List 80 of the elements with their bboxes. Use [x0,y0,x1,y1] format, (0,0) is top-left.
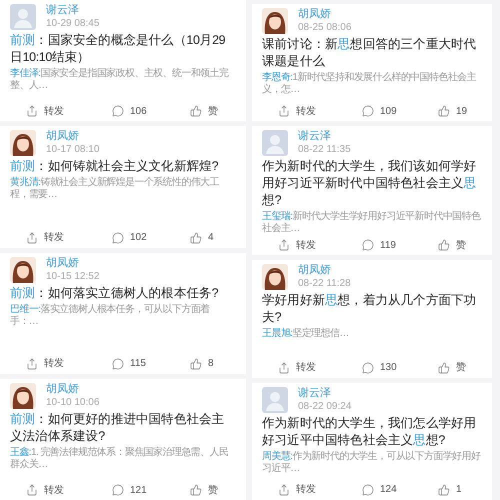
comment-count[interactable]: 115 [130,356,146,372]
like-label[interactable]: 8 [208,356,214,372]
share-label[interactable]: 转发 [296,238,316,253]
post-time: 10-17 08:10 [46,143,100,156]
share-icon[interactable] [26,105,38,118]
share-label[interactable]: 转发 [296,482,316,498]
comment-count[interactable]: 106 [130,104,147,119]
like-label[interactable]: 1 [456,482,462,498]
post-time: 08-22 11:35 [298,143,351,156]
post-card[interactable]: 胡凤娇 08-22 11:28 学好用好新思想，着力从几个方面下功夫? 王晨旭:坚定理想信… 转发 130 赞 [252,260,492,378]
like-label[interactable]: 19 [456,104,468,119]
like-icon[interactable] [190,232,202,244]
like-label[interactable]: 4 [208,230,214,245]
share-label[interactable]: 转发 [296,104,316,119]
post-time: 10-29 08:45 [46,17,100,30]
comment-count[interactable]: 121 [130,482,147,498]
like-icon[interactable] [190,105,202,118]
comment-icon[interactable] [362,239,374,252]
comment-icon[interactable] [112,358,124,370]
share-icon[interactable] [278,105,290,118]
reply-preview: 黄兆清:铸就社会主义新辉煌是一个系统性的伟大工程，需要… [10,177,220,202]
post-title[interactable]: 作为新时代的大学生，我们该如何学好用好习近平新时代中国特色社会主义思 想? [262,158,482,210]
post-card[interactable]: 谢云泽 10-29 08:45 前测：国家安全的概念是什么（10月29日10:10结束） 李佳泽:国家安全是指国家政权、主权、统一和领土完整、人… 转发 106 赞 [0,0,246,122]
post-title[interactable]: 作为新时代的大学生，我们怎么学好用好习近平中国特色社会主义思想? [262,414,482,449]
reply-preview: 李恩奇:1新时代坚持和发展什么样的中国特色社会主义，怎… [262,72,477,96]
like-icon[interactable] [438,239,450,252]
post-title[interactable]: 前测：国家安全的概念是什么（10月29日10:10结束） [10,32,236,66]
share-icon[interactable] [26,358,38,370]
post-time: 10-10 10:06 [46,396,100,409]
share-icon[interactable] [26,232,38,244]
post-card[interactable]: 胡凤娇 08-25 08:06 课前讨论：新思想回答的三个重大时代课题是什么 李恩奇:1新时代坚持和发展什么样的中国特色社会主义，怎… 转发 109 19 [252,4,492,122]
reply-preview: 王鑫:1. 完善法律规范体系：聚焦国家治理急需、人民群众关… [10,446,230,471]
post-card[interactable]: 谢云泽 08-22 11:35 作为新时代的大学生，我们该如何学好用好习近平新时代中国特色社会主义思 想? 王玺瑞:新时代大学生学好用好习近平新时代中国特色社会主… 转发 119 赞 [252,126,492,256]
like-icon[interactable] [190,484,202,496]
like-label[interactable]: 赞 [208,104,218,119]
comment-icon[interactable] [362,484,374,496]
post-title[interactable]: 前测：如何铸就社会主义文化新辉煌? [10,158,236,176]
like-icon[interactable] [438,362,450,374]
like-label[interactable]: 赞 [456,360,466,376]
comment-count[interactable]: 109 [380,104,397,119]
comment-icon[interactable] [112,232,124,244]
post-time: 08-22 09:24 [298,400,352,413]
reply-preview: 王晨旭:坚定理想信… [262,328,350,340]
reply-preview: 周美慧:作为新时代的大学生，可从以下方面学好用好习近平… [262,450,482,475]
post-card[interactable]: 胡凤娇 10-10 10:06 前测：如何更好的推进中国特色社会主义法治体系建设? 王鑫:1. 完善法律规范体系：聚焦国家治理急需、人民群众关… 转发 121 赞 [0,378,246,500]
like-label[interactable]: 赞 [456,238,466,253]
share-icon[interactable] [26,484,38,496]
reply-preview: 王玺瑞:新时代大学生学好用好习近平新时代中国特色社会主… [262,211,482,236]
post-title[interactable]: 前测：如何落实立德树人的根本任务? [10,284,236,302]
post-title[interactable]: 前测：如何更好的推进中国特色社会主义法治体系建设? [10,410,236,445]
post-card[interactable]: 胡凤娇 10-15 12:52 前测：如何落实立德树人的根本任务? 巴维一:落实立德树人根本任务，可从以下方面着手：… 转发 115 8 [0,252,246,374]
post-card[interactable]: 胡凤娇 10-17 08:10 前测：如何铸就社会主义文化新辉煌? 黄兆清:铸就社会主义新辉煌是一个系统性的伟大工程，需要… 转发 102 4 [0,126,246,248]
like-label[interactable]: 赞 [208,482,218,498]
comment-icon[interactable] [112,484,124,496]
post-card[interactable]: 谢云泽 08-22 09:24 作为新时代的大学生，我们怎么学好用好习近平中国特色社会主义思想? 周美慧:作为新时代的大学生，可从以下方面学好用好习近平… 转发 124 1 [252,382,492,500]
share-label[interactable]: 转发 [296,360,316,376]
post-title[interactable]: 学好用好新思想，着力从几个方面下功夫? [262,292,482,326]
reply-preview: 巴维一:落实立德树人根本任务，可从以下方面着手：… [10,304,211,328]
comment-count[interactable]: 124 [380,482,397,498]
share-label[interactable]: 转发 [44,482,64,498]
comment-count[interactable]: 102 [130,230,147,245]
share-label[interactable]: 转发 [44,104,64,119]
post-time: 08-25 08:06 [298,21,352,34]
comment-icon[interactable] [362,362,374,374]
comment-count[interactable]: 119 [380,238,396,253]
comment-count[interactable]: 130 [380,360,397,376]
post-time: 10-15 12:52 [46,270,100,282]
share-label[interactable]: 转发 [44,230,64,245]
like-icon[interactable] [438,484,450,496]
share-icon[interactable] [278,239,290,252]
post-time: 08-22 11:28 [298,277,351,290]
post-title[interactable]: 课前讨论：新思想回答的三个重大时代课题是什么 [262,36,482,70]
share-label[interactable]: 转发 [44,356,64,372]
like-icon[interactable] [190,358,202,370]
comment-icon[interactable] [112,105,124,118]
share-icon[interactable] [278,362,290,374]
reply-preview: 李佳泽:国家安全是指国家政权、主权、统一和领土完整、人… [10,68,230,92]
share-icon[interactable] [278,484,290,496]
like-icon[interactable] [438,105,450,118]
comment-icon[interactable] [362,105,374,118]
